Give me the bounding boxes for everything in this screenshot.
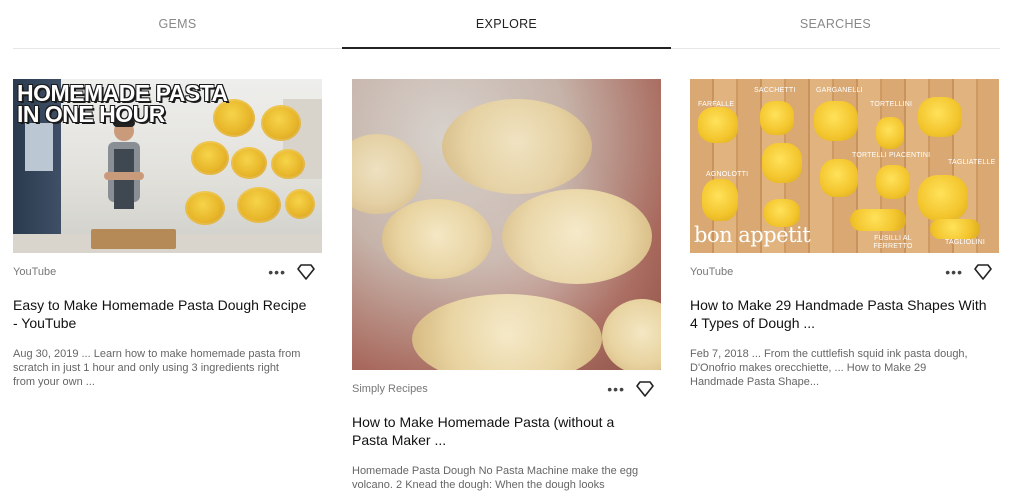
chef-illustration [104,119,144,209]
card-source: YouTube [690,266,734,278]
card-snippet: Aug 30, 2019 ... Learn how to make homem… [13,348,301,388]
card-title[interactable]: How to Make Homemade Pasta (without a Pa… [352,413,652,449]
card-source: Simply Recipes [352,383,428,395]
more-horizontal-icon[interactable]: ••• [268,264,286,280]
pasta-label: FARFALLE [698,101,735,108]
card-thumbnail[interactable]: FARFALLE SACCHETTI GARGANELLI TORTELLINI… [690,79,999,253]
result-card: HOMEMADE PASTA IN ONE HOUR YouTube ••• E… [13,79,322,389]
card-source: YouTube [13,266,57,278]
pasta-label: TAGLIOLINI [945,239,985,246]
result-card: FARFALLE SACCHETTI GARGANELLI TORTELLINI… [690,79,999,389]
card-title[interactable]: Easy to Make Homemade Pasta Dough Recipe… [13,296,313,332]
gem-icon[interactable] [636,381,654,397]
card-thumbnail[interactable] [352,79,661,370]
pasta-label: FUSILLI AL FERRETTO [873,235,913,250]
tab-gems[interactable]: GEMS [13,0,342,48]
card-title[interactable]: How to Make 29 Handmade Pasta Shapes Wit… [690,296,990,332]
pasta-label: TAGLIATELLE [948,159,996,166]
gem-icon[interactable] [974,264,992,280]
pasta-label: TORTELLINI [870,101,913,108]
pasta-label: GARGANELLI [816,87,863,94]
gem-icon[interactable] [297,264,315,280]
pasta-label: TORTELLI PIACENTINI [852,152,931,159]
tab-searches[interactable]: SEARCHES [671,0,1000,48]
pasta-label: SACCHETTI [754,87,796,94]
tab-bar: GEMS EXPLORE SEARCHES [13,0,1000,49]
card-thumbnail[interactable]: HOMEMADE PASTA IN ONE HOUR [13,79,322,253]
tab-explore[interactable]: EXPLORE [342,0,671,49]
thumbnail-headline: HOMEMADE PASTA IN ONE HOUR [17,80,227,127]
more-horizontal-icon[interactable]: ••• [607,381,625,397]
card-snippet: Homemade Pasta Dough No Pasta Machine ma… [352,465,639,491]
more-horizontal-icon[interactable]: ••• [945,264,963,280]
brand-watermark: bon appetit [694,223,811,247]
result-card: Simply Recipes ••• How to Make Homemade … [352,79,661,492]
pasta-label: AGNOLOTTI [706,171,749,178]
card-snippet: Feb 7, 2018 ... From the cuttlefish squi… [690,348,968,388]
